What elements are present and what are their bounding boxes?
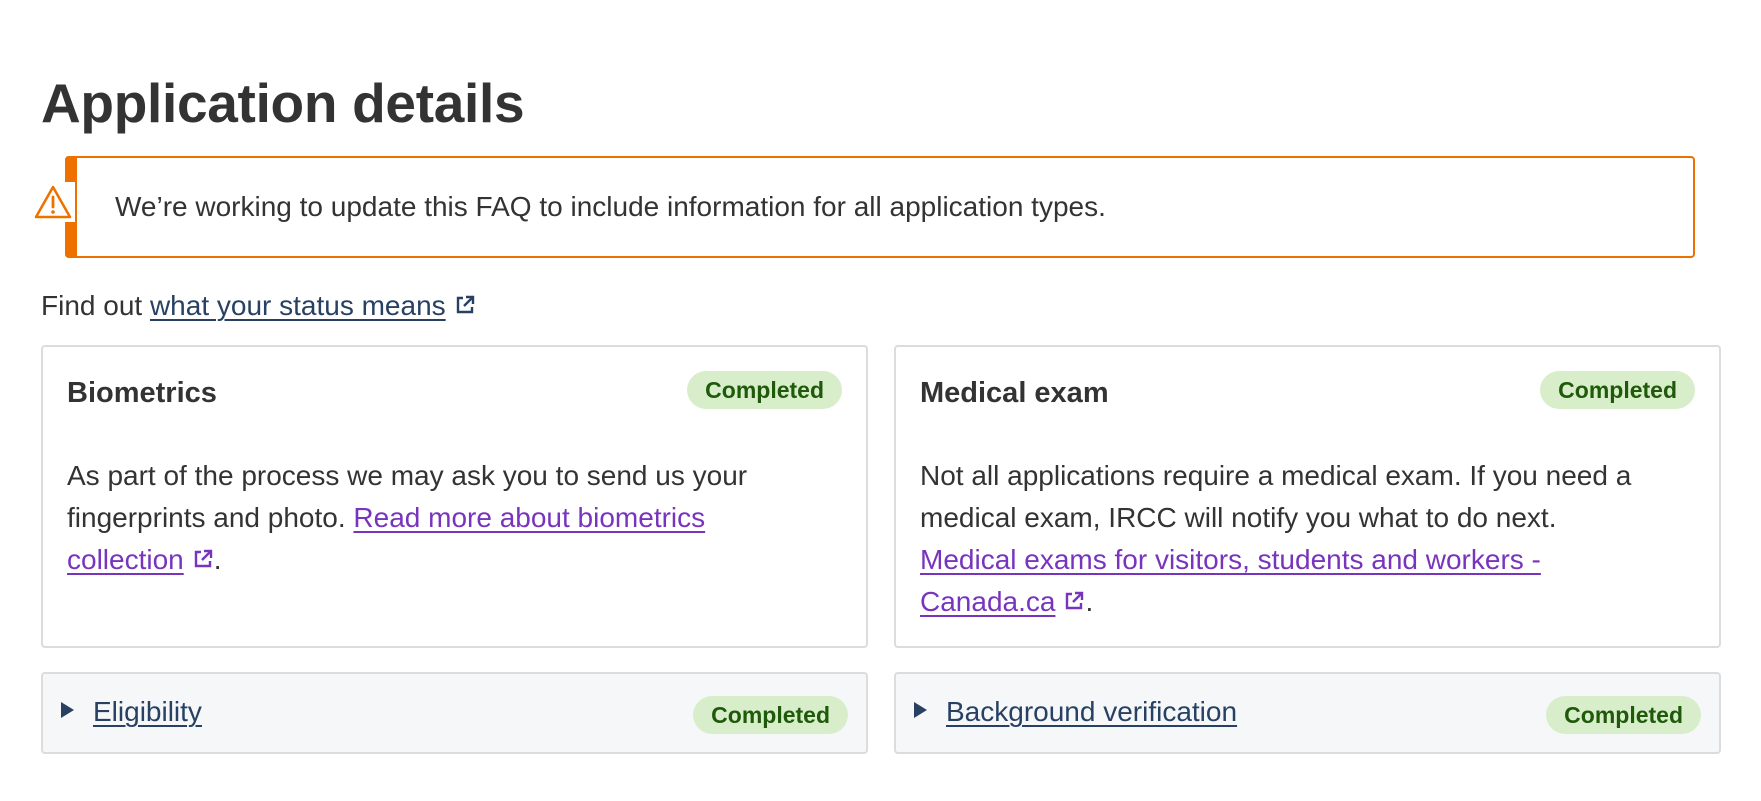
external-link-icon — [192, 540, 214, 568]
page-title: Application details — [41, 72, 525, 134]
card-body-text: Not all applications require a medical e… — [920, 460, 1632, 533]
background-verification-accordion[interactable]: Background verification Completed — [894, 672, 1721, 754]
expand-arrow-icon[interactable] — [61, 702, 74, 718]
medical-exams-link[interactable]: Medical exams for visitors, students and… — [920, 544, 1541, 617]
find-out-prefix: Find out — [41, 290, 150, 321]
warning-alert: We’re working to update this FAQ to incl… — [31, 156, 1695, 258]
card-body: Not all applications require a medical e… — [920, 455, 1640, 623]
external-link-icon — [1063, 582, 1085, 610]
alert-message: We’re working to update this FAQ to incl… — [115, 191, 1106, 222]
card-title: Medical exam — [920, 377, 1109, 409]
eligibility-accordion[interactable]: Eligibility Completed — [41, 672, 868, 754]
expand-arrow-icon[interactable] — [914, 702, 927, 718]
status-meaning-link-text: what your status means — [149, 290, 446, 321]
status-badge: Completed — [687, 371, 842, 409]
warning-triangle-icon — [31, 182, 75, 222]
status-help-line: Find out what your status means — [41, 286, 476, 326]
status-badge: Completed — [1546, 696, 1701, 734]
medical-exam-card: Medical exam Completed Not all applicati… — [894, 345, 1721, 648]
card-body: As part of the process we may ask you to… — [67, 455, 787, 581]
eligibility-toggle[interactable]: Eligibility — [93, 694, 202, 730]
background-verification-toggle[interactable]: Background verification — [946, 694, 1237, 730]
card-title: Biometrics — [67, 377, 217, 409]
card-body-suffix: . — [213, 544, 222, 575]
card-body-suffix: . — [1085, 586, 1094, 617]
status-badge: Completed — [693, 696, 848, 734]
external-link-icon — [454, 287, 476, 314]
status-meaning-link[interactable]: what your status means — [150, 290, 446, 321]
status-badge: Completed — [1540, 371, 1695, 409]
biometrics-card: Biometrics Completed As part of the proc… — [41, 345, 868, 648]
